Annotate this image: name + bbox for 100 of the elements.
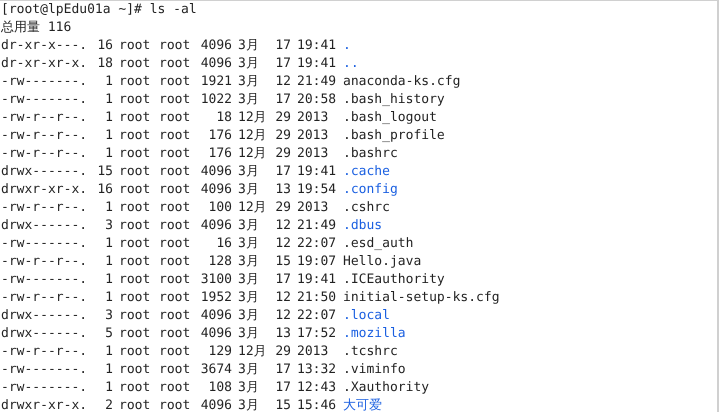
time-text: 17:52 [297, 325, 337, 343]
size-text: 176 [208, 127, 232, 145]
group-text: root [159, 325, 192, 343]
day-text: 13 [274, 181, 291, 199]
link-count: 3 [104, 217, 113, 235]
day-text: 12 [274, 235, 291, 253]
permissions-text: drwx------. [1, 307, 88, 325]
month-text: 3月 [238, 73, 260, 91]
size-text: 4096 [200, 397, 232, 412]
group-text: root [159, 397, 192, 412]
file-name: initial-setup-ks.cfg [343, 289, 501, 307]
size-text: 1921 [200, 73, 232, 91]
size-text: 4096 [200, 37, 232, 55]
file-name: .Xauthority [343, 379, 430, 397]
month-text: 3月 [238, 37, 260, 55]
size-text: 3674 [200, 361, 232, 379]
file-name: .cshrc [343, 199, 391, 217]
file-name: .bash_history [343, 91, 446, 109]
month-text: 12月 [238, 343, 268, 361]
time-text: 15:46 [297, 397, 337, 412]
owner-text: root [119, 181, 152, 199]
month-text: 3月 [238, 289, 260, 307]
month-text: 3月 [238, 307, 260, 325]
owner-text: root [119, 109, 152, 127]
owner-text: root [119, 307, 152, 325]
link-count: 2 [104, 397, 113, 412]
owner-text: root [119, 289, 152, 307]
month-text: 3月 [238, 253, 260, 271]
day-text: 17 [274, 361, 291, 379]
day-text: 12 [274, 73, 291, 91]
owner-text: root [119, 127, 152, 145]
link-count: 1 [104, 73, 113, 91]
permissions-text: -rw-------. [1, 379, 88, 397]
permissions-text: -rw-r--r--. [1, 109, 88, 127]
link-count: 1 [104, 379, 113, 397]
time-text: 21:50 [297, 289, 337, 307]
month-text: 3月 [238, 55, 260, 73]
link-count: 1 [104, 109, 113, 127]
command-prompt: [root@lpEdu01a ~]# ls -al [1, 2, 197, 17]
time-text: 22:07 [297, 307, 337, 325]
size-text: 4096 [200, 181, 232, 199]
size-text: 4096 [200, 217, 232, 235]
permissions-text: -rw-r--r--. [1, 253, 88, 271]
size-text: 4096 [200, 163, 232, 181]
size-text: 129 [208, 343, 232, 361]
file-name: .local [343, 307, 391, 325]
size-text: 16 [215, 235, 232, 253]
link-count: 1 [104, 235, 113, 253]
month-text: 12月 [238, 109, 268, 127]
permissions-text: drwxr-xr-x. [1, 181, 88, 199]
permissions-text: -rw-------. [1, 271, 88, 289]
size-text: 176 [208, 145, 232, 163]
month-text: 3月 [238, 271, 260, 289]
owner-text: root [119, 361, 152, 379]
link-count: 1 [104, 343, 113, 361]
permissions-text: drwxr-xr-x. [1, 397, 88, 412]
owner-text: root [119, 163, 152, 181]
file-name: .cache [343, 163, 391, 181]
day-text: 12 [274, 289, 291, 307]
group-text: root [159, 217, 192, 235]
day-text: 12 [274, 307, 291, 325]
time-text: 2013 [297, 127, 330, 145]
owner-text: root [119, 343, 152, 361]
time-text: 2013 [297, 343, 330, 361]
size-text: 1952 [200, 289, 232, 307]
size-text: 4096 [200, 307, 232, 325]
month-text: 12月 [238, 199, 268, 217]
month-text: 3月 [238, 235, 260, 253]
month-text: 3月 [238, 91, 260, 109]
day-text: 17 [274, 55, 291, 73]
group-text: root [159, 289, 192, 307]
file-name: .config [343, 181, 399, 199]
permissions-text: -rw-r--r--. [1, 127, 88, 145]
time-text: 19:41 [297, 163, 337, 181]
permissions-text: dr-xr-xr-x. [1, 55, 88, 73]
link-count: 18 [96, 55, 113, 73]
owner-text: root [119, 271, 152, 289]
permissions-text: -rw-r--r--. [1, 199, 88, 217]
time-text: 12:43 [297, 379, 337, 397]
owner-text: root [119, 397, 152, 412]
time-text: 2013 [297, 145, 330, 163]
file-name: .viminfo [343, 361, 407, 379]
time-text: 19:41 [297, 55, 337, 73]
day-text: 15 [274, 397, 291, 412]
month-text: 12月 [238, 127, 268, 145]
time-text: 13:32 [297, 361, 337, 379]
owner-text: root [119, 379, 152, 397]
group-text: root [159, 181, 192, 199]
month-text: 3月 [238, 163, 260, 181]
group-text: root [159, 271, 192, 289]
month-text: 3月 [238, 397, 260, 412]
link-count: 1 [104, 253, 113, 271]
month-text: 3月 [238, 379, 260, 397]
total-line: 总用量 116 [1, 20, 72, 35]
group-text: root [159, 361, 192, 379]
group-text: root [159, 199, 192, 217]
group-text: root [159, 379, 192, 397]
permissions-text: dr-xr-x---. [1, 37, 88, 55]
size-text: 100 [208, 199, 232, 217]
day-text: 29 [274, 343, 291, 361]
